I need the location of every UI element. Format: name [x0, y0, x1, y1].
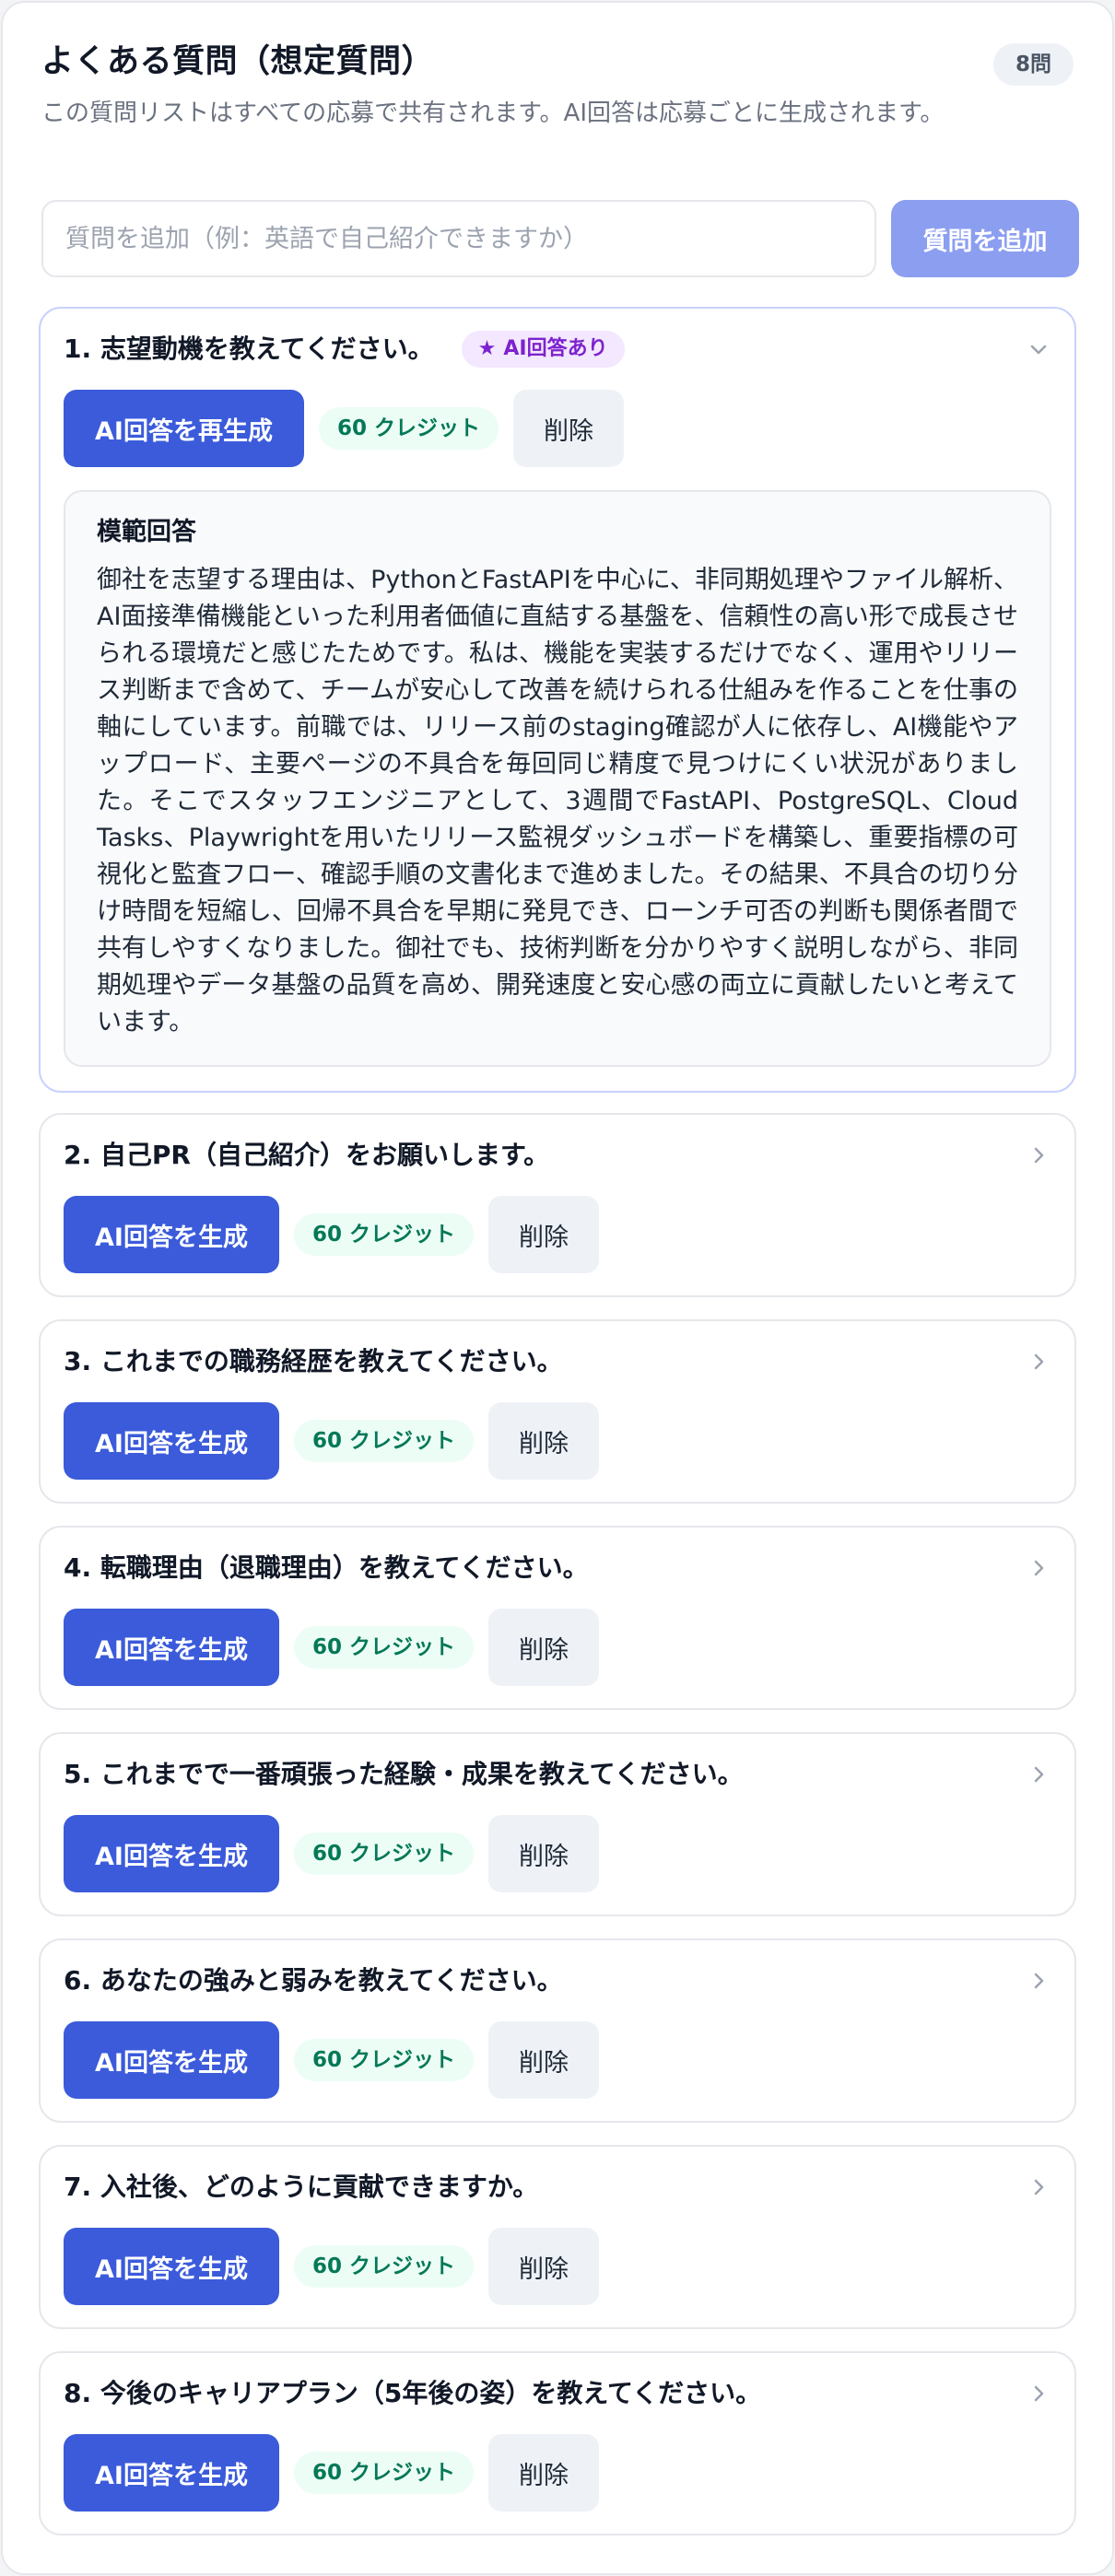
question-text: 8. 今後のキャリアプラン（5年後の姿）を教えてください。 — [64, 2378, 762, 2408]
question-text: 7. 入社後、どのように貢献できますか。 — [64, 2172, 539, 2202]
ai-answer-badge-label: AI回答あり — [503, 337, 608, 360]
delete-question-button[interactable]: 削除 — [487, 2228, 599, 2305]
generate-ai-answer-button[interactable]: AI回答を生成 — [64, 2021, 279, 2099]
question-actions: AI回答を生成 60 クレジット 削除 — [64, 2228, 599, 2305]
generate-ai-answer-button[interactable]: AI回答を生成 — [64, 1609, 279, 1686]
generate-ai-answer-button[interactable]: AI回答を生成 — [64, 1196, 279, 1273]
chevron-right-icon[interactable] — [1026, 1349, 1051, 1375]
credit-cost-badge: 60 クレジット — [293, 2452, 474, 2494]
delete-question-button[interactable]: 削除 — [487, 1196, 599, 1273]
question-card: 5. これまでで一番頑張った経験・成果を教えてください。 AI回答を生成 60 … — [39, 1732, 1076, 1916]
chevron-down-icon[interactable] — [1026, 336, 1051, 362]
delete-question-button[interactable]: 削除 — [512, 390, 624, 467]
question-actions: AI回答を生成 60 クレジット 削除 — [64, 1815, 599, 1892]
credit-cost-badge: 60 クレジット — [293, 1626, 474, 1669]
generate-ai-answer-button[interactable]: AI回答を生成 — [64, 2228, 279, 2305]
delete-question-button[interactable]: 削除 — [487, 1815, 599, 1892]
ai-answer-badge: ★ AI回答あり — [461, 331, 625, 368]
question-text: 3. これまでの職務経歴を教えてください。 — [64, 1346, 563, 1376]
question-header[interactable]: 6. あなたの強みと弱みを教えてください。 — [64, 1962, 1051, 1999]
model-answer-title: 模範回答 — [97, 518, 196, 546]
question-actions: AI回答を生成 60 クレジット 削除 — [64, 1402, 599, 1480]
question-text: 2. 自己PR（自己紹介）をお願いします。 — [64, 1140, 550, 1170]
add-question-button[interactable]: 質問を追加 — [891, 200, 1079, 277]
generate-ai-answer-button[interactable]: AI回答を生成 — [64, 2434, 279, 2512]
chevron-right-icon[interactable] — [1026, 1968, 1051, 1994]
question-text: 1. 志望動機を教えてください。 — [64, 334, 434, 364]
panel-header: よくある質問（想定質問） 8問 この質問リストはすべての応募で共有されます。AI… — [41, 41, 1074, 180]
question-card: 6. あなたの強みと弱みを教えてください。 AI回答を生成 60 クレジット 削… — [39, 1938, 1076, 2123]
delete-question-button[interactable]: 削除 — [487, 1402, 599, 1480]
add-question-form: 質問を追加 — [41, 200, 1079, 277]
chevron-right-icon[interactable] — [1026, 1762, 1051, 1787]
delete-question-button[interactable]: 削除 — [487, 2021, 599, 2099]
generate-ai-answer-button[interactable]: AI回答を生成 — [64, 1402, 279, 1480]
credit-cost-badge: 60 クレジット — [293, 1213, 474, 1256]
question-actions: AI回答を生成 60 クレジット 削除 — [64, 2434, 599, 2512]
generate-ai-answer-button[interactable]: AI回答を生成 — [64, 1815, 279, 1892]
question-card: 7. 入社後、どのように貢献できますか。 AI回答を生成 60 クレジット 削除 — [39, 2145, 1076, 2329]
delete-question-button[interactable]: 削除 — [487, 2434, 599, 2512]
chevron-right-icon[interactable] — [1026, 2174, 1051, 2200]
question-text: 4. 転職理由（退職理由）を教えてください。 — [64, 1552, 589, 1583]
model-answer-text: 御社を志望する理由は、PythonとFastAPIを中心に、非同期処理やファイル… — [97, 566, 1018, 1036]
question-header[interactable]: 3. これまでの職務経歴を教えてください。 — [64, 1343, 1051, 1380]
question-card: 1. 志望動機を教えてください。 ★ AI回答あり AI回答を再生成 60 クレジ… — [39, 307, 1076, 1093]
question-header[interactable]: 4. 転職理由（退職理由）を教えてください。 — [64, 1550, 1051, 1587]
credit-cost-badge: 60 クレジット — [293, 2039, 474, 2081]
chevron-right-icon[interactable] — [1026, 1142, 1051, 1168]
question-count-badge: 8問 — [992, 43, 1074, 86]
question-header[interactable]: 2. 自己PR（自己紹介）をお願いします。 — [64, 1137, 1051, 1174]
question-header[interactable]: 5. これまでで一番頑張った経験・成果を教えてください。 — [64, 1756, 1051, 1793]
credit-cost-badge: 60 クレジット — [293, 1420, 474, 1462]
question-card: 4. 転職理由（退職理由）を教えてください。 AI回答を生成 60 クレジット … — [39, 1526, 1076, 1710]
star-icon: ★ — [477, 337, 497, 360]
question-actions: AI回答を再生成 60 クレジット 削除 — [64, 390, 624, 467]
credit-cost-badge: 60 クレジット — [293, 2245, 474, 2288]
model-answer-box: 模範回答 御社を志望する理由は、PythonとFastAPIを中心に、非同期処理… — [64, 490, 1051, 1067]
question-actions: AI回答を生成 60 クレジット 削除 — [64, 2021, 599, 2099]
question-card: 3. これまでの職務経歴を教えてください。 AI回答を生成 60 クレジット 削… — [39, 1319, 1076, 1504]
page-subtitle: この質問リストはすべての応募で共有されます。AI回答は応募ごとに生成されます。 — [41, 100, 945, 127]
question-text: 5. これまでで一番頑張った経験・成果を教えてください。 — [64, 1759, 744, 1789]
question-actions: AI回答を生成 60 クレジット 削除 — [64, 1196, 599, 1273]
question-text: 6. あなたの強みと弱みを教えてください。 — [64, 1965, 563, 1996]
chevron-right-icon[interactable] — [1026, 2381, 1051, 2406]
regenerate-ai-answer-button[interactable]: AI回答を再生成 — [64, 390, 304, 467]
add-question-input[interactable] — [41, 200, 876, 277]
credit-cost-badge: 60 クレジット — [293, 1832, 474, 1875]
question-header[interactable]: 1. 志望動機を教えてください。 ★ AI回答あり — [64, 331, 1051, 368]
page-title: よくある質問（想定質問） — [41, 43, 435, 80]
credit-cost-badge: 60 クレジット — [318, 407, 499, 450]
chevron-right-icon[interactable] — [1026, 1555, 1051, 1581]
question-card: 2. 自己PR（自己紹介）をお願いします。 AI回答を生成 60 クレジット 削… — [39, 1113, 1076, 1297]
question-actions: AI回答を生成 60 クレジット 削除 — [64, 1609, 599, 1686]
question-header[interactable]: 8. 今後のキャリアプラン（5年後の姿）を教えてください。 — [64, 2375, 1051, 2412]
delete-question-button[interactable]: 削除 — [487, 1609, 599, 1686]
question-header[interactable]: 7. 入社後、どのように貢献できますか。 — [64, 2169, 1051, 2206]
question-card: 8. 今後のキャリアプラン（5年後の姿）を教えてください。 AI回答を生成 60… — [39, 2351, 1076, 2535]
